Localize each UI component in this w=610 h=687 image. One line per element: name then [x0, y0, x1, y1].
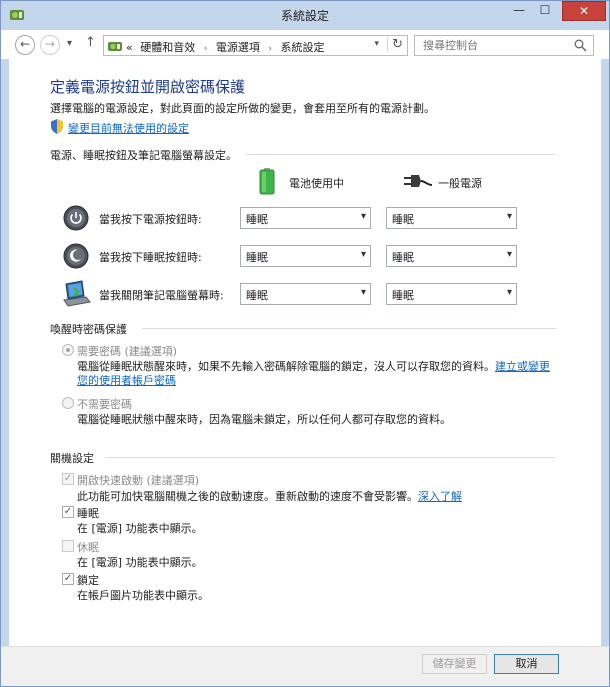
forward-button[interactable]: → [40, 35, 60, 55]
selected-value: 睡眠 [392, 289, 414, 302]
power-button-setting-row: 當我按下電源按鈕時: 睡眠 ▾ 睡眠 ▾ [62, 204, 522, 232]
change-unavailable-settings-text[interactable]: 變更目前無法使用的設定 [68, 120, 189, 136]
chevron-down-icon: ▾ [360, 211, 366, 222]
uac-shield-icon [51, 119, 63, 134]
breadcrumb-item-hardware[interactable]: 硬體和音效 [140, 41, 195, 54]
cancel-button[interactable]: 取消 [494, 654, 559, 674]
create-password-link[interactable]: 建立或變更 [495, 360, 550, 373]
address-dropdown-button[interactable]: ▾ [374, 39, 379, 49]
lock-description: 在帳戶圖片功能表中顯示。 [77, 589, 209, 602]
maximize-button[interactable]: ☐ [532, 1, 558, 21]
battery-icon [259, 168, 275, 195]
power-button-plugged-select[interactable]: 睡眠 ▾ [386, 207, 517, 229]
sleep-button-setting-row: 當我按下睡眠按鈕時: 睡眠 ▾ 睡眠 ▾ [62, 242, 522, 270]
power-button-battery-select[interactable]: 睡眠 ▾ [240, 207, 371, 229]
sleep-button-battery-select[interactable]: 睡眠 ▾ [240, 245, 371, 267]
power-plug-icon [404, 175, 433, 187]
selected-value: 睡眠 [246, 251, 268, 264]
chevron-down-icon: ▾ [506, 287, 512, 298]
plugged-in-column-header: 一般電源 [403, 167, 523, 195]
chevron-down-icon: ▾ [506, 211, 512, 222]
selected-value: 睡眠 [246, 213, 268, 226]
hibernate-label: 休眠 [77, 541, 99, 554]
laptop-lid-label: 當我關閉筆記電腦螢幕時: [99, 289, 224, 302]
address-bar[interactable]: « 硬體和音效 › 電源選項 › 系統設定 ▾ ↻ [103, 35, 408, 56]
fast-startup-label: 開啟快速啟動 (建議選項) [77, 474, 200, 487]
section-divider [142, 328, 556, 329]
main-content: 定義電源按鈕並開啟密碼保護 選擇電腦的電源設定，對此頁面的設定所做的變更，會套用… [9, 59, 601, 646]
control-panel-icon [108, 42, 122, 51]
lock-checkbox[interactable]: ✓ [62, 573, 74, 585]
section-divider [106, 457, 556, 458]
laptop-lid-plugged-select[interactable]: 睡眠 ▾ [386, 283, 517, 305]
refresh-button[interactable]: ↻ [387, 37, 403, 52]
sleep-button-icon [63, 243, 89, 269]
chevron-down-icon: ▾ [506, 249, 512, 260]
chevron-down-icon: ▾ [360, 249, 366, 260]
sleep-description: 在 [電源] 功能表中顯示。 [77, 522, 203, 535]
navigation-bar: ← → ▾ ↑ « 硬體和音效 › 電源選項 › 系統設定 ▾ ↻ [1, 29, 609, 59]
learn-more-link[interactable]: 深入了解 [418, 490, 462, 503]
selected-value: 睡眠 [392, 251, 414, 264]
user-account-password-link[interactable]: 您的使用者帳戶密碼 [77, 372, 176, 388]
power-button-icon [63, 205, 89, 231]
search-icon[interactable] [574, 39, 587, 52]
sleep-button-label: 當我按下睡眠按鈕時: [99, 251, 202, 264]
battery-column-label: 電池使用中 [289, 177, 344, 190]
require-password-radio[interactable] [62, 344, 74, 356]
fast-startup-description: 此功能可加快電腦關機之後的啟動速度。重新啟動的速度不會受影響。深入了解 [77, 488, 462, 504]
hibernate-checkbox[interactable] [62, 540, 74, 552]
shutdown-section-title: 關機設定 [50, 452, 94, 465]
breadcrumb-item-system-settings[interactable]: 系統設定 [280, 41, 324, 54]
recent-locations-dropdown[interactable]: ▾ [67, 38, 72, 49]
search-input[interactable] [421, 38, 566, 53]
up-button[interactable]: ↑ [85, 35, 96, 50]
breadcrumb-item-power-options[interactable]: 電源選項 [216, 41, 260, 54]
sleep-button-plugged-select[interactable]: 睡眠 ▾ [386, 245, 517, 267]
hibernate-description: 在 [電源] 功能表中顯示。 [77, 556, 203, 569]
sleep-checkbox[interactable]: ✓ [62, 506, 74, 518]
no-password-radio[interactable] [62, 397, 74, 409]
page-title: 定義電源按鈕並開啟密碼保護 [50, 78, 246, 96]
fast-startup-checkbox[interactable]: ✓ [62, 473, 74, 485]
save-changes-button[interactable]: 儲存變更 [422, 654, 487, 674]
breadcrumb: « 硬體和音效 › 電源選項 › 系統設定 [126, 39, 324, 55]
title-bar[interactable]: 系統設定 — ☐ ✕ [1, 1, 609, 29]
breadcrumb-separator[interactable]: › [204, 44, 208, 54]
lock-label: 鎖定 [77, 574, 99, 587]
close-button[interactable]: ✕ [562, 1, 606, 21]
no-password-label: 不需要密碼 [77, 398, 132, 411]
control-panel-window: 系統設定 — ☐ ✕ ← → ▾ ↑ « 硬體和音效 › 電源選項 › 系統設定… [0, 0, 610, 687]
chevron-down-icon: ▾ [360, 287, 366, 298]
section-divider [246, 154, 556, 155]
footer-bar: 儲存變更 取消 [1, 646, 609, 686]
page-description: 選擇電腦的電源設定，對此頁面的設定所做的變更，會套用至所有的電源計劃。 [50, 102, 435, 115]
battery-column-header: 電池使用中 [259, 167, 379, 195]
power-button-label: 當我按下電源按鈕時: [99, 213, 202, 226]
plugged-in-column-label: 一般電源 [438, 177, 482, 190]
back-button[interactable]: ← [15, 35, 35, 55]
search-box[interactable] [414, 35, 594, 56]
laptop-lid-setting-row: 當我關閉筆記電腦螢幕時: 睡眠 ▾ 睡眠 ▾ [62, 280, 522, 308]
selected-value: 睡眠 [392, 213, 414, 226]
laptop-lid-battery-select[interactable]: 睡眠 ▾ [240, 283, 371, 305]
breadcrumb-separator[interactable]: › [268, 44, 272, 54]
minimize-button[interactable]: — [506, 1, 532, 21]
no-password-description: 電腦從睡眠狀態中醒來時，因為電腦未鎖定，所以任何人都可存取您的資料。 [77, 413, 451, 426]
laptop-lid-icon [63, 280, 91, 307]
power-section-title: 電源、睡眠按鈕及筆記電腦螢幕設定。 [50, 149, 237, 162]
wake-password-section-title: 喚醒時密碼保護 [50, 323, 127, 336]
fast-startup-desc-text: 此功能可加快電腦關機之後的啟動速度。重新啟動的速度不會受影響。 [77, 490, 418, 503]
require-password-label: 需要密碼 (建議選項) [77, 345, 178, 358]
sleep-label: 睡眠 [77, 507, 99, 520]
breadcrumb-prefix[interactable]: « [126, 41, 133, 54]
selected-value: 睡眠 [246, 289, 268, 302]
